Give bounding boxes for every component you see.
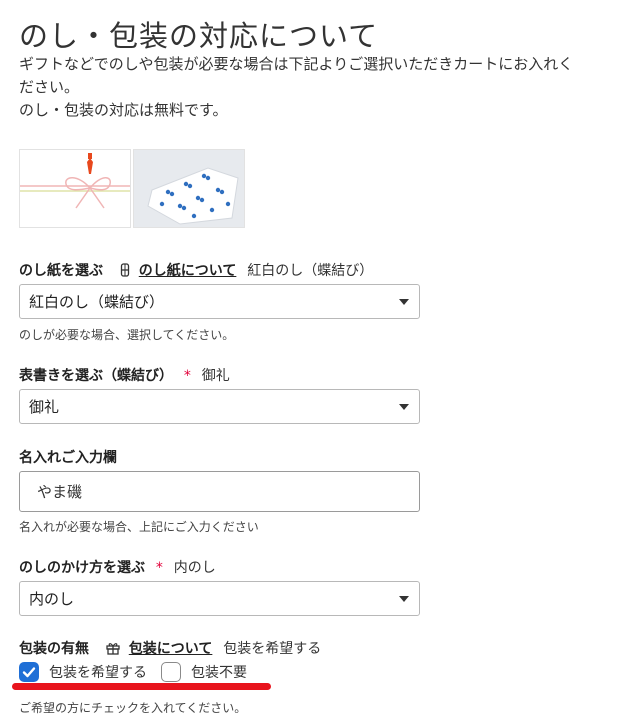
- noshi-select[interactable]: 紅白のし（蝶結び）: [19, 284, 420, 319]
- intro-line: ギフトなどでのしや包装が必要な場合は下記よりご選択いただきカートにお入れく: [19, 55, 574, 73]
- check-icon: [22, 667, 36, 678]
- intro-line: のし・包装の対応は無料です。: [19, 101, 228, 119]
- nairei-input-value: やま磯: [37, 483, 83, 501]
- wrapping-help: ご希望の方にチェックを入れてください。: [19, 701, 247, 715]
- nairei-help: 名入れが必要な場合、上記にご入力ください: [19, 520, 259, 534]
- wrapping-label-row: 包装の有無 包装について 包装を希望する: [19, 638, 321, 659]
- gift-icon: [106, 641, 120, 659]
- kakekata-current-value: 内のし: [173, 560, 216, 576]
- noshi-icon: [120, 263, 130, 281]
- wrapping-options: 包装を希望する 包装不要: [19, 662, 247, 682]
- noshi-label-row: のし紙を選ぶ のし紙について 紅白のし（蝶結び）: [19, 260, 373, 281]
- chevron-down-icon: [399, 596, 409, 602]
- noshi-help: のしが必要な場合、選択してください。: [19, 328, 235, 342]
- noshi-current-value: 紅白のし（蝶結び）: [247, 263, 374, 279]
- intro-text: ギフトなどでのしや包装が必要な場合は下記よりご選択いただきカートにお入れく ださ…: [19, 53, 619, 122]
- wrapping-current-value: 包装を希望する: [223, 641, 322, 657]
- required-mark: *: [155, 560, 163, 576]
- noshi-label: のし紙を選ぶ: [19, 263, 103, 279]
- intro-line: ださい。: [19, 78, 80, 96]
- kakekata-select[interactable]: 内のし: [19, 581, 420, 616]
- omote-current-value: 御礼: [201, 368, 230, 384]
- noshi-sample-image: [19, 149, 131, 228]
- nairei-label: 名入れご入力欄: [19, 450, 117, 466]
- wrapping-sample-image: [133, 149, 245, 228]
- kakekata-label: のしのかけ方を選ぶ: [19, 560, 145, 576]
- wrapping-yes-label[interactable]: 包装を希望する: [49, 662, 147, 682]
- page-title: のし・包装の対応について: [19, 19, 379, 53]
- kakekata-select-value: 内のし: [29, 590, 75, 608]
- wrapping-yes-checkbox[interactable]: [19, 662, 39, 682]
- wrapping-info-link[interactable]: 包装について: [129, 641, 213, 657]
- noshi-info-link[interactable]: のし紙について: [139, 263, 237, 279]
- highlight-underline: [12, 683, 271, 690]
- wrapping-no-checkbox[interactable]: [161, 662, 181, 682]
- omote-select[interactable]: 御礼: [19, 389, 420, 424]
- kakekata-label-row: のしのかけ方を選ぶ * 内のし: [19, 557, 216, 577]
- sample-images: [19, 149, 245, 228]
- nairei-input[interactable]: やま磯: [19, 471, 420, 512]
- required-mark: *: [183, 368, 191, 384]
- wrapping-no-label[interactable]: 包装不要: [191, 662, 247, 682]
- omote-select-value: 御礼: [29, 398, 60, 416]
- wrapping-label: 包装の有無: [19, 641, 89, 657]
- omote-label: 表書きを選ぶ（蝶結び）: [19, 368, 173, 384]
- chevron-down-icon: [399, 404, 409, 410]
- chevron-down-icon: [399, 299, 409, 305]
- omote-label-row: 表書きを選ぶ（蝶結び） * 御礼: [19, 365, 230, 385]
- noshi-select-value: 紅白のし（蝶結び）: [29, 293, 165, 311]
